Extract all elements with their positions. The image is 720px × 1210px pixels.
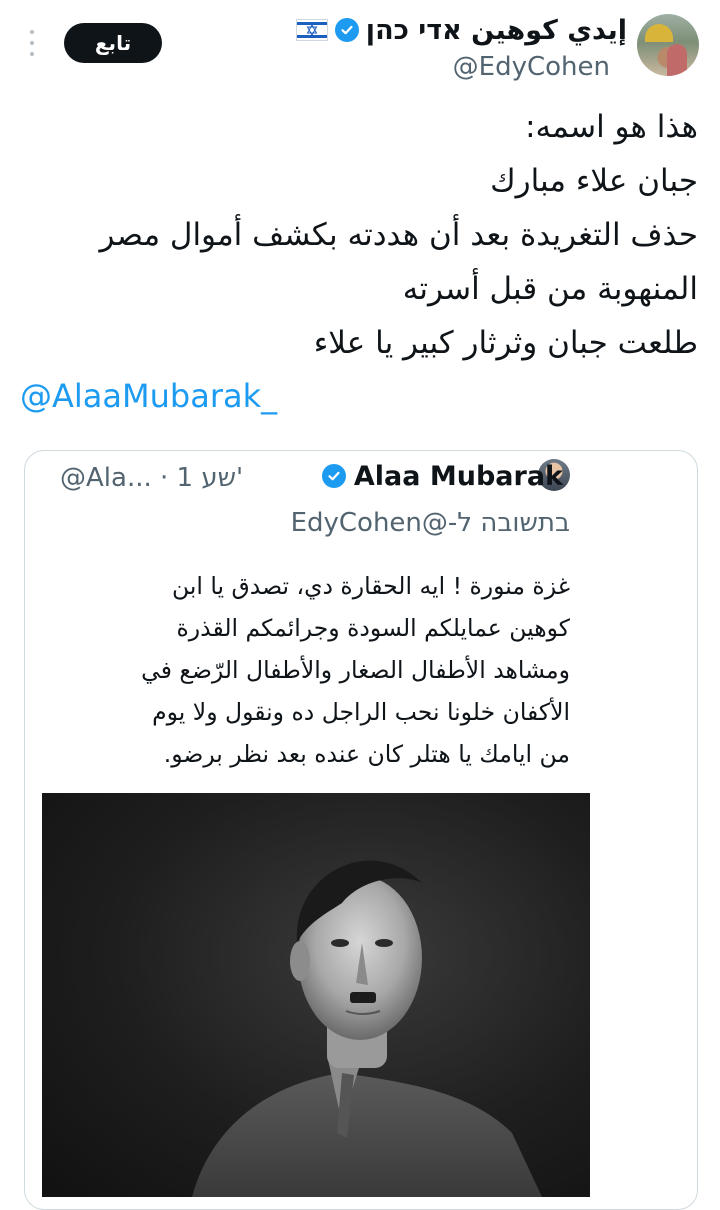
mention-link[interactable]: @AlaaMubarak_ bbox=[20, 377, 277, 415]
quoted-text-line: ومشاهد الأطفال الصغار والأطفال الرّضع في bbox=[141, 656, 570, 684]
israel-flag-icon bbox=[295, 19, 328, 41]
author-handle[interactable]: @EdyCohen bbox=[453, 52, 610, 82]
quoted-author-row: Alaa Mubarak bbox=[321, 456, 563, 496]
quoted-tweet-photo[interactable] bbox=[42, 793, 590, 1197]
quoted-text-line: غزة منورة ! ايه الحقارة دي، تصدق يا ابن bbox=[171, 572, 570, 600]
avatar-person-shape bbox=[667, 44, 687, 76]
author-name-row[interactable]: إيدي كوهين אדי כהן bbox=[295, 12, 627, 48]
tweet-text-line: حذف التغريدة بعد أن هددته بكشف أموال مصر bbox=[99, 217, 698, 253]
tweet-text-line: المنهوبة من قبل أسرته bbox=[402, 271, 698, 307]
more-vertical-icon[interactable] bbox=[28, 30, 36, 56]
verified-badge-icon bbox=[321, 464, 346, 488]
tweet-text-line: طلعت جبان وثرثار كبير يا علاء bbox=[313, 325, 698, 361]
tweet-text-line: جبان علاء مبارك bbox=[490, 163, 698, 199]
quoted-reply-to: בתשובה ל-@EdyCohen bbox=[290, 508, 570, 538]
portrait-illustration bbox=[192, 860, 542, 1197]
quoted-text-line: الأكفان خلونا نحب الراجل ده ونقول ولا يو… bbox=[152, 698, 570, 726]
follow-button[interactable]: تابع bbox=[64, 23, 162, 63]
author-display-name[interactable]: إيدي كوهين אדי כהן bbox=[366, 15, 627, 46]
avatar-dome-shape bbox=[645, 24, 673, 42]
verified-badge-icon bbox=[334, 18, 359, 42]
quoted-handle-time: @Ala... · 1 שע' bbox=[60, 463, 244, 493]
quoted-author-name: Alaa Mubarak bbox=[353, 460, 563, 492]
quoted-text-line: كوهين عمايلكم السودة وجرائمكم القذرة bbox=[176, 614, 570, 642]
quoted-text-line: من ايامك يا هتلر كان عنده بعد نظر برضو. bbox=[163, 740, 570, 768]
author-avatar[interactable] bbox=[637, 14, 699, 76]
tweet-text-line: هذا هو اسمه: bbox=[525, 109, 698, 145]
